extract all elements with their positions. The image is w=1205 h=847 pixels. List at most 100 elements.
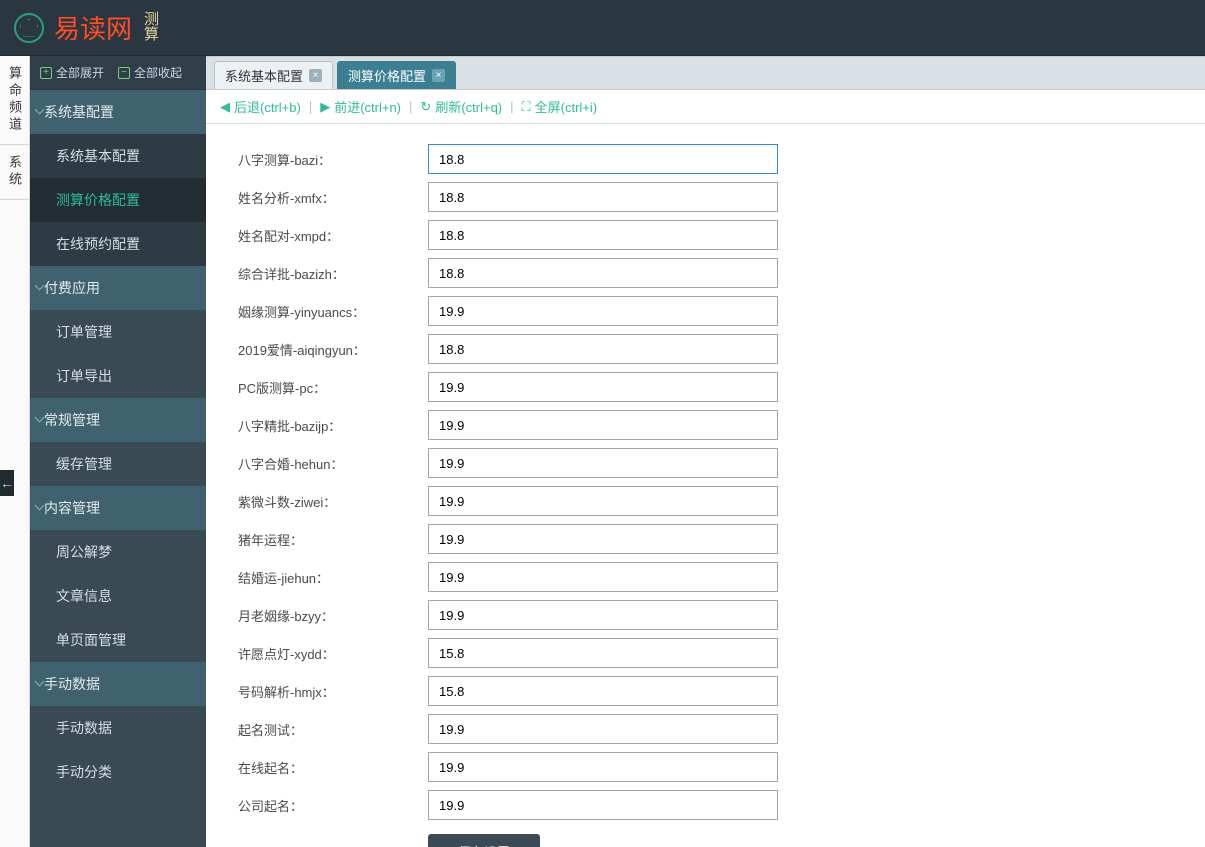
price-input[interactable] xyxy=(428,638,778,668)
form-row: 八字精批-bazijp： xyxy=(238,410,1205,440)
save-button[interactable]: 保存设置 xyxy=(428,834,540,847)
toolbar: ◀ 后退(ctrl+b) | ▶ 前进(ctrl+n) | ↻ 刷新(ctrl+… xyxy=(206,90,1205,124)
tab-label: 测算价格配置 xyxy=(348,66,426,85)
price-input[interactable] xyxy=(428,448,778,478)
price-input[interactable] xyxy=(428,410,778,440)
form-row: 姓名配对-xmpd： xyxy=(238,220,1205,250)
forward-button[interactable]: ▶ 前进(ctrl+n) xyxy=(320,97,401,116)
price-input[interactable] xyxy=(428,676,778,706)
form-label: 号码解析-hmjx： xyxy=(238,682,428,701)
refresh-icon: ↻ xyxy=(420,99,431,115)
form-row: 姻缘测算-yinyuancs： xyxy=(238,296,1205,326)
vtab-fortune[interactable]: 算命频道 xyxy=(0,56,29,145)
fullscreen-icon: ⛶ xyxy=(522,99,531,115)
form-label: 公司起名： xyxy=(238,796,428,815)
form-row: 月老姻缘-bzyy： xyxy=(238,600,1205,630)
close-icon[interactable]: × xyxy=(309,69,322,82)
minus-icon: − xyxy=(118,67,130,79)
sidebar-group[interactable]: 付费应用 xyxy=(30,266,206,310)
form-row: 八字合婚-hehun： xyxy=(238,448,1205,478)
content: 八字测算-bazi： 姓名分析-xmfx： 姓名配对-xmpd： 综合详批-baziz… xyxy=(206,124,1205,847)
sidebar-item[interactable]: 系统基本配置 xyxy=(30,134,206,178)
price-input[interactable] xyxy=(428,144,778,174)
sidebar-item[interactable]: 手动分类 xyxy=(30,750,206,794)
sidebar: + 全部展开 − 全部收起 系统基配置系统基本配置测算价格配置在线预约配置付费应… xyxy=(30,56,206,847)
plus-icon: + xyxy=(40,67,52,79)
price-input[interactable] xyxy=(428,714,778,744)
form-row: PC版测算-pc： xyxy=(238,372,1205,402)
form-label: 结婚运-jiehun： xyxy=(238,568,428,587)
vertical-tabs: 算命频道 系统 xyxy=(0,56,30,847)
sidebar-item[interactable]: 单页面管理 xyxy=(30,618,206,662)
price-input[interactable] xyxy=(428,258,778,288)
price-input[interactable] xyxy=(428,486,778,516)
sidebar-item[interactable]: 测算价格配置 xyxy=(30,178,206,222)
form-label: 在线起名： xyxy=(238,758,428,777)
sidebar-item[interactable]: 在线预约配置 xyxy=(30,222,206,266)
form-row: 八字测算-bazi： xyxy=(238,144,1205,174)
refresh-button[interactable]: ↻ 刷新(ctrl+q) xyxy=(420,97,502,116)
arrow-left-icon: ◀ xyxy=(220,99,230,115)
sidebar-item[interactable]: 订单管理 xyxy=(30,310,206,354)
fullscreen-button[interactable]: ⛶ 全屏(ctrl+i) xyxy=(522,97,598,116)
expand-all-button[interactable]: + 全部展开 xyxy=(40,64,104,81)
form-row: 猪年运程： xyxy=(238,524,1205,554)
form-label: 八字合婚-hehun： xyxy=(238,454,428,473)
sidebar-item[interactable]: 文章信息 xyxy=(30,574,206,618)
form-row: 姓名分析-xmfx： xyxy=(238,182,1205,212)
form-label: 八字精批-bazijp： xyxy=(238,416,428,435)
price-input[interactable] xyxy=(428,296,778,326)
form-label: 姻缘测算-yinyuancs： xyxy=(238,302,428,321)
back-button[interactable]: ◀ 后退(ctrl+b) xyxy=(220,97,301,116)
form-label: 2019爱情-aiqingyun： xyxy=(238,340,428,359)
form-row: 2019爱情-aiqingyun： xyxy=(238,334,1205,364)
sidebar-item[interactable]: 手动数据 xyxy=(30,706,206,750)
price-input[interactable] xyxy=(428,600,778,630)
price-input[interactable] xyxy=(428,752,778,782)
form-label: 许愿点灯-xydd： xyxy=(238,644,428,663)
main-panel: 系统基本配置 × 测算价格配置 × ◀ 后退(ctrl+b) | ▶ 前进(ctrl+… xyxy=(206,56,1205,847)
form-label: 综合详批-bazizh： xyxy=(238,264,428,283)
form-label: 起名测试： xyxy=(238,720,428,739)
close-icon[interactable]: × xyxy=(432,69,445,82)
sidebar-item[interactable]: 周公解梦 xyxy=(30,530,206,574)
sidebar-group[interactable]: 常规管理 xyxy=(30,398,206,442)
price-input[interactable] xyxy=(428,524,778,554)
vtab-system[interactable]: 系统 xyxy=(0,145,29,200)
price-input[interactable] xyxy=(428,334,778,364)
sidebar-item[interactable]: 订单导出 xyxy=(30,354,206,398)
sidebar-collapse-handle[interactable]: ← xyxy=(0,470,14,496)
form-row: 结婚运-jiehun： xyxy=(238,562,1205,592)
price-input[interactable] xyxy=(428,220,778,250)
form-label: 八字测算-bazi： xyxy=(238,150,428,169)
sidebar-group[interactable]: 系统基配置 xyxy=(30,90,206,134)
form-row: 起名测试： xyxy=(238,714,1205,744)
sidebar-item[interactable]: 缓存管理 xyxy=(30,442,206,486)
collapse-all-button[interactable]: − 全部收起 xyxy=(118,64,182,81)
form-row: 公司起名： xyxy=(238,790,1205,820)
form-label: 姓名分析-xmfx： xyxy=(238,188,428,207)
form-row: 许愿点灯-xydd： xyxy=(238,638,1205,668)
brand-sub: 测 算 xyxy=(144,13,159,43)
brand-icon xyxy=(14,13,44,43)
form-row: 综合详批-bazizh： xyxy=(238,258,1205,288)
price-input[interactable] xyxy=(428,182,778,212)
tabbar: 系统基本配置 × 测算价格配置 × xyxy=(206,56,1205,90)
tab-label: 系统基本配置 xyxy=(225,66,303,85)
page-tab[interactable]: 测算价格配置 × xyxy=(337,61,456,89)
brand: 易读网 测 算 xyxy=(14,9,159,46)
price-input[interactable] xyxy=(428,790,778,820)
topbar: 易读网 测 算 xyxy=(0,0,1205,56)
form-label: 姓名配对-xmpd： xyxy=(238,226,428,245)
form-label: 猪年运程： xyxy=(238,530,428,549)
form-row: 紫微斗数-ziwei： xyxy=(238,486,1205,516)
sidebar-controls: + 全部展开 − 全部收起 xyxy=(30,56,206,90)
page-tab[interactable]: 系统基本配置 × xyxy=(214,61,333,89)
price-input[interactable] xyxy=(428,562,778,592)
form-label: PC版测算-pc： xyxy=(238,378,428,397)
sidebar-group[interactable]: 内容管理 xyxy=(30,486,206,530)
arrow-right-icon: ▶ xyxy=(320,99,330,115)
form-row: 在线起名： xyxy=(238,752,1205,782)
price-input[interactable] xyxy=(428,372,778,402)
sidebar-group[interactable]: 手动数据 xyxy=(30,662,206,706)
